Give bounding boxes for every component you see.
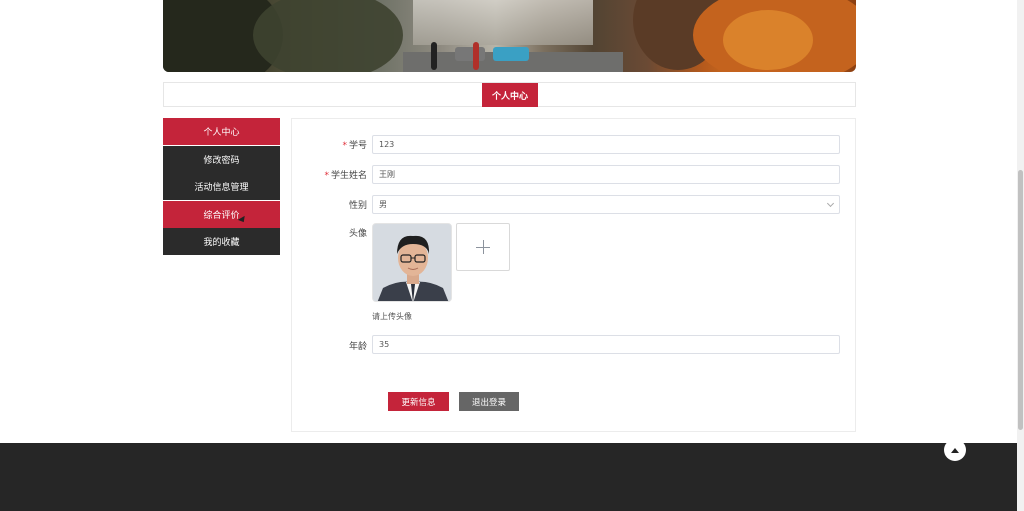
upload-avatar-button[interactable]: [456, 223, 510, 271]
sidebar-item-evaluation[interactable]: 综合评价: [163, 200, 280, 228]
avatar-label: 头像: [348, 229, 367, 239]
sidebar-item-profile[interactable]: 个人中心: [163, 118, 280, 145]
sidebar: 个人中心 修改密码 活动信息管理 综合评价 我的收藏: [163, 118, 280, 256]
gender-label: 性别: [348, 201, 367, 211]
sidebar-item-favorites[interactable]: 我的收藏: [163, 228, 280, 255]
avatar-image[interactable]: [372, 223, 452, 302]
student-id-field[interactable]: 123: [372, 135, 840, 154]
banner-image: [163, 0, 856, 72]
scrollbar-thumb[interactable]: [1018, 170, 1023, 430]
page: 个人中心 个人中心 修改密码 活动信息管理 综合评价 我的收藏 * 学号 123 …: [0, 0, 1024, 511]
sidebar-item-change-password[interactable]: 修改密码: [163, 145, 280, 173]
footer: [0, 443, 1024, 511]
profile-form: * 学号 123 * 学生姓名 王刚 性别 男 头像 请上传头像 年龄 35 更…: [291, 118, 856, 432]
section-header: 个人中心: [163, 82, 856, 107]
back-to-top-button[interactable]: [944, 439, 966, 461]
age-label: 年龄: [348, 342, 367, 352]
logout-button[interactable]: 退出登录: [459, 392, 519, 411]
student-id-label: * 学号: [342, 141, 367, 151]
sidebar-item-activity-management[interactable]: 活动信息管理: [163, 173, 280, 200]
chevron-down-icon: [826, 199, 835, 208]
gender-select[interactable]: 男: [372, 195, 840, 214]
avatar-hint: 请上传头像: [372, 312, 412, 321]
update-info-button[interactable]: 更新信息: [388, 392, 449, 411]
age-field[interactable]: 35: [372, 335, 840, 354]
student-name-field[interactable]: 王刚: [372, 165, 840, 184]
student-name-label: * 学生姓名: [324, 171, 367, 181]
page-title: 个人中心: [482, 83, 538, 107]
arrow-up-icon: [951, 447, 959, 453]
